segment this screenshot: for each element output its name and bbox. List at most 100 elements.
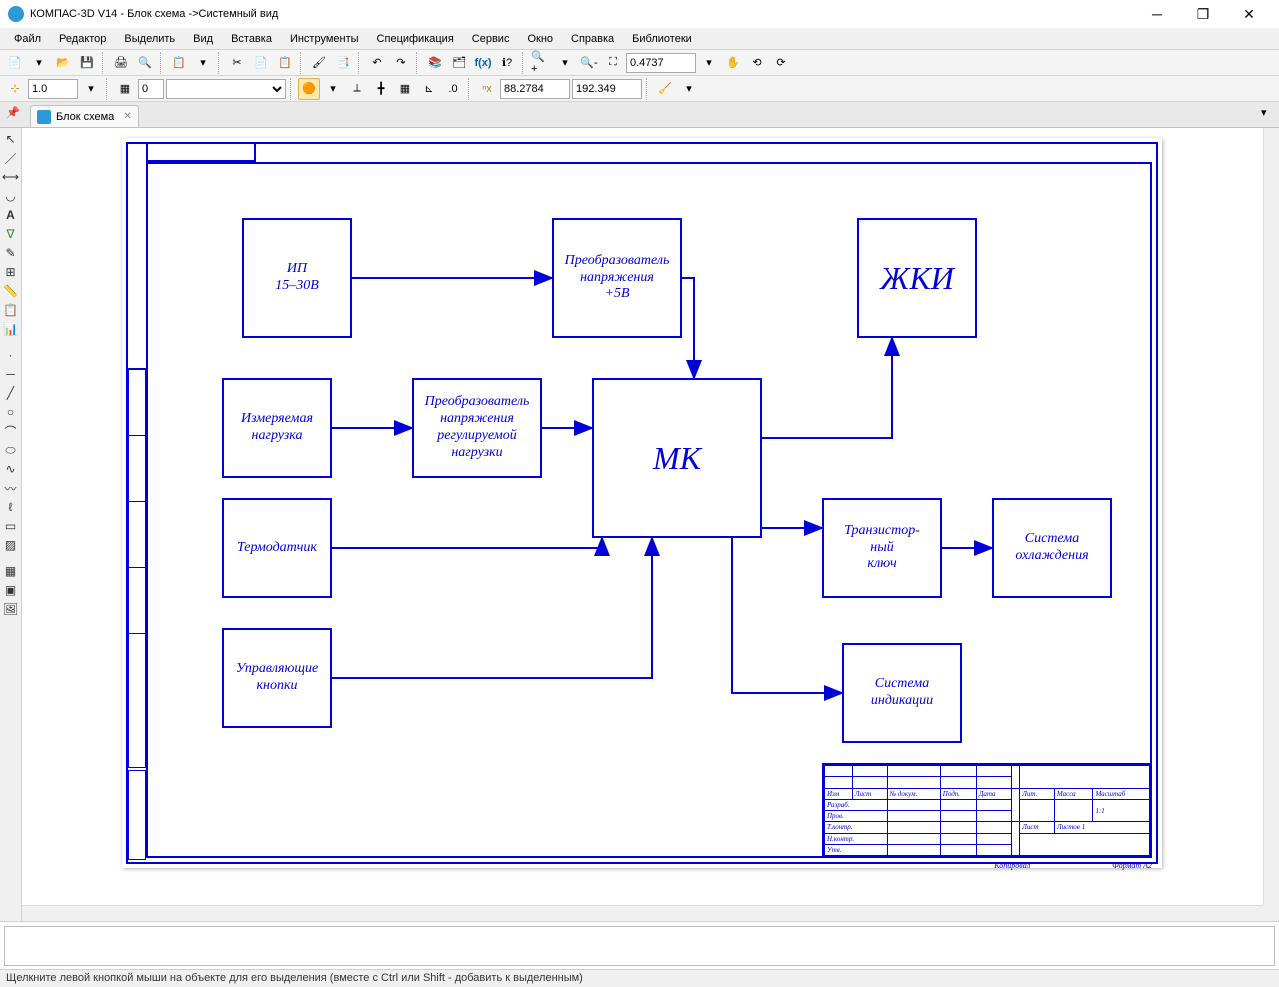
ortho-icon[interactable]: ⊾	[418, 78, 440, 100]
zoom-in-icon[interactable]: 🔍+	[530, 52, 552, 74]
coord-y-input[interactable]	[572, 79, 642, 99]
menu-spec[interactable]: Спецификация	[369, 31, 462, 47]
undo-button[interactable]: ↶	[366, 52, 388, 74]
layer-num-input[interactable]	[138, 79, 164, 99]
menu-tools[interactable]: Инструменты	[282, 31, 367, 47]
command-line-input[interactable]	[4, 926, 1275, 966]
tool-dim-icon[interactable]: ⟷	[2, 168, 20, 186]
side-stamp	[128, 368, 146, 768]
minimize-button[interactable]: ─	[1135, 1, 1179, 27]
draw-arc-icon[interactable]: ⌒	[2, 422, 20, 440]
menu-service[interactable]: Сервис	[464, 31, 518, 47]
maximize-button[interactable]: ❐	[1181, 1, 1225, 27]
draw-line-icon[interactable]: ─	[2, 365, 20, 383]
snap-2-icon[interactable]: ╋	[370, 78, 392, 100]
menu-libraries[interactable]: Библиотеки	[624, 31, 700, 47]
zoom-input-dd[interactable]: ▾	[698, 52, 720, 74]
tool-select-icon[interactable]: ↖	[2, 130, 20, 148]
coord-icon[interactable]: ⊹	[4, 78, 26, 100]
open-button[interactable]: 📂	[52, 52, 74, 74]
props-button[interactable]: 📑	[332, 52, 354, 74]
tool-param-icon[interactable]: ⊞	[2, 263, 20, 281]
block-indication: Система индикации	[842, 643, 962, 743]
help-context-icon[interactable]: ℹ?	[496, 52, 518, 74]
canvas-area[interactable]: ИП 15–30В Преобразователь напряжения +5В…	[22, 128, 1279, 921]
round-icon[interactable]: .0	[442, 78, 464, 100]
tab-label: Блок схема	[56, 111, 114, 123]
coord-x-input[interactable]	[500, 79, 570, 99]
new-dd[interactable]: ▾	[28, 52, 50, 74]
snap-toggle[interactable]: 🟠	[298, 78, 320, 100]
draw-segment-icon[interactable]: ╱	[2, 384, 20, 402]
draw-spline-icon[interactable]: ∿	[2, 460, 20, 478]
draw-circle-icon[interactable]: ○	[2, 403, 20, 421]
manager-button[interactable]: 🗂	[448, 52, 470, 74]
window-title: КОМПАС-3D V14 - Блок схема ->Системный в…	[30, 8, 1135, 20]
draw-text-icon[interactable]: ℓ	[2, 498, 20, 516]
vertical-scrollbar[interactable]	[1263, 128, 1279, 905]
zoom-dd[interactable]: ▾	[554, 52, 576, 74]
variables-icon[interactable]: f(x)	[472, 52, 494, 74]
tab-close-icon[interactable]: ✕	[123, 111, 131, 122]
draw-point-icon[interactable]: ·	[2, 346, 20, 364]
cleanup-icon[interactable]: 🧹	[654, 78, 676, 100]
horizontal-scrollbar[interactable]	[22, 905, 1263, 921]
zoom-prev-icon[interactable]: ⟲	[746, 52, 768, 74]
snap-1-icon[interactable]: ⟂	[346, 78, 368, 100]
menu-help[interactable]: Справка	[563, 31, 622, 47]
menu-view[interactable]: Вид	[185, 31, 221, 47]
zoom-input[interactable]	[626, 53, 696, 73]
tool-text-icon[interactable]: A	[2, 206, 20, 224]
redraw-icon[interactable]: ⟳	[770, 52, 792, 74]
zoom-fit-icon[interactable]: ⛶	[602, 52, 624, 74]
properties-button[interactable]: 📋	[168, 52, 190, 74]
scale-dd[interactable]: ▾	[80, 78, 102, 100]
zoom-out-icon[interactable]: 🔍-	[578, 52, 600, 74]
toolbar-main: 📄 ▾ 📂 💾 🖨 🔍 📋 ▾ ✂ 📄 📋 🖌 📑 ↶ ↷ 📚 🗂 f(x) ℹ…	[0, 50, 1279, 76]
tool-line-icon[interactable]: ／	[2, 149, 20, 167]
drawing-sheet: ИП 15–30В Преобразователь напряжения +5В…	[122, 138, 1162, 868]
tool-rough-icon[interactable]: ∇	[2, 225, 20, 243]
draw-rect-icon[interactable]: ▭	[2, 517, 20, 535]
layer-icon[interactable]: ▦	[114, 78, 136, 100]
copy-button[interactable]: 📄	[250, 52, 272, 74]
scale-input[interactable]	[28, 79, 78, 99]
cleanup-dd[interactable]: ▾	[678, 78, 700, 100]
tabbar-menu-icon[interactable]: ▾	[1261, 106, 1275, 120]
paste-button[interactable]: 📋	[274, 52, 296, 74]
pan-icon[interactable]: ✋	[722, 52, 744, 74]
menu-window[interactable]: Окно	[519, 31, 561, 47]
redo-button[interactable]: ↷	[390, 52, 412, 74]
cut-button[interactable]: ✂	[226, 52, 248, 74]
tool-edit-icon[interactable]: ✎	[2, 244, 20, 262]
tool-measure-icon[interactable]: 📏	[2, 282, 20, 300]
block-thermo: Термодатчик	[222, 498, 332, 598]
insert-table-icon[interactable]: ▦	[2, 562, 20, 580]
new-button[interactable]: 📄	[4, 52, 26, 74]
print-button[interactable]: 🖨	[110, 52, 132, 74]
copy-format-icon[interactable]: 🖌	[308, 52, 330, 74]
menu-file[interactable]: Файл	[6, 31, 49, 47]
draw-curve-icon[interactable]: 〰	[2, 479, 20, 497]
tool-report-icon[interactable]: 📊	[2, 320, 20, 338]
document-tab[interactable]: Блок схема ✕	[30, 105, 139, 127]
layer-select[interactable]	[166, 79, 286, 99]
insert-image-icon[interactable]: 🖼	[2, 600, 20, 618]
tool-spec-icon[interactable]: 📋	[2, 301, 20, 319]
tool-arc-icon[interactable]: ◡	[2, 187, 20, 205]
properties-dd[interactable]: ▾	[192, 52, 214, 74]
coord-prefix-icon[interactable]: ⁿx	[476, 78, 498, 100]
menu-insert[interactable]: Вставка	[223, 31, 280, 47]
pin-panel-icon[interactable]: 📌	[6, 106, 22, 122]
menu-editor[interactable]: Редактор	[51, 31, 114, 47]
close-button[interactable]: ✕	[1227, 1, 1271, 27]
preview-button[interactable]: 🔍	[134, 52, 156, 74]
snap-dd[interactable]: ▾	[322, 78, 344, 100]
library-button[interactable]: 📚	[424, 52, 446, 74]
draw-hatch-icon[interactable]: ▨	[2, 536, 20, 554]
grid-icon[interactable]: ▦	[394, 78, 416, 100]
insert-frag-icon[interactable]: ▣	[2, 581, 20, 599]
draw-ellipse-icon[interactable]: ⬭	[2, 441, 20, 459]
menu-select[interactable]: Выделить	[116, 31, 183, 47]
save-button[interactable]: 💾	[76, 52, 98, 74]
